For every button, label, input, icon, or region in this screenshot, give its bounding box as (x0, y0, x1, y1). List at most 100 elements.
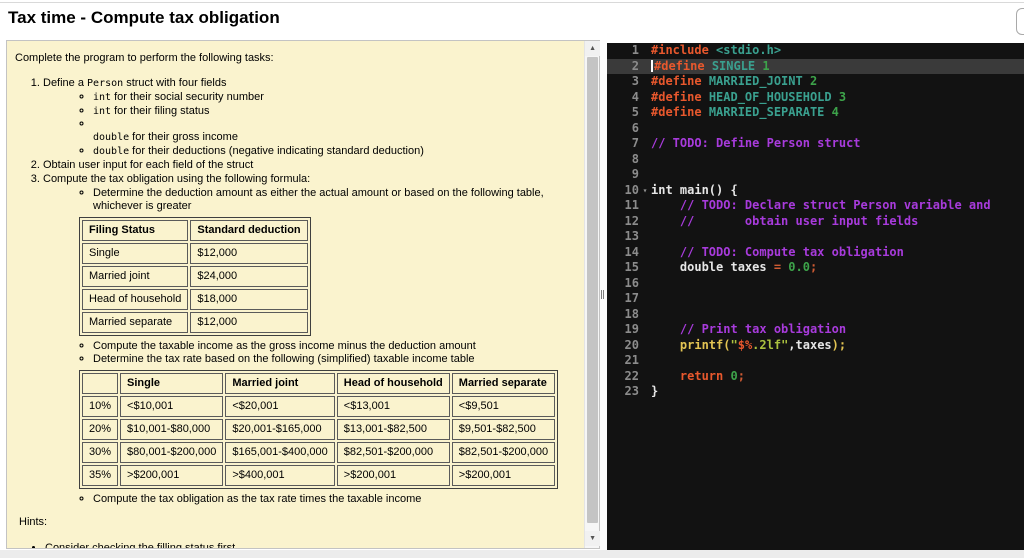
line-number[interactable]: 22 (607, 369, 639, 385)
code-token: double taxes (651, 260, 774, 274)
task3-sublist-b: Compute the taxable income as the gross … (43, 340, 576, 367)
table-cell: $24,000 (190, 265, 308, 287)
code-line[interactable]: 11 // TODO: Declare struct Person variab… (607, 198, 1024, 214)
line-number[interactable]: 23 (607, 384, 639, 400)
line-number[interactable]: 19 (607, 322, 639, 338)
code-line[interactable]: 12 // obtain user input fields (607, 214, 1024, 230)
code-line[interactable]: 10 ▾ int main() { (607, 183, 1024, 199)
panel-splitter[interactable] (600, 40, 607, 551)
code-line[interactable]: 18 (607, 307, 1024, 323)
code-line[interactable]: 4 #define HEAD_OF_HOUSEHOLD 3 (607, 90, 1024, 106)
intro-text: Complete the program to perform the foll… (15, 52, 274, 64)
line-number[interactable]: 18 (607, 307, 639, 323)
code-token: // TODO: Compute tax obligation (679, 244, 904, 259)
line-number[interactable]: 15 (607, 260, 639, 276)
scrollbar-thumb[interactable] (587, 57, 599, 523)
code-line[interactable]: 1 #include <stdio.h> (607, 43, 1024, 59)
task1-sub3: double for their gross income (93, 118, 576, 144)
task3-sublist-c: Compute the tax obligation as the tax ra… (43, 493, 576, 506)
instructions-scrollbar[interactable]: ▲ ▼ (584, 41, 601, 548)
line-number[interactable]: 11 (607, 198, 639, 214)
line-number[interactable]: 5 (607, 105, 639, 121)
instructions-panel: Complete the program to perform the foll… (6, 40, 601, 549)
task-item-3: Compute the tax obligation using the fol… (43, 173, 576, 507)
code-line[interactable]: 19 // Print tax obligation (607, 322, 1024, 338)
code-line[interactable]: 14 // TODO: Compute tax obligation (607, 245, 1024, 261)
code-editor[interactable]: 1 #include <stdio.h> 2 #define SINGLE 1 3 #de… (607, 43, 1024, 551)
table-header-cell: Filing Status (82, 219, 189, 241)
code-text: #define MARRIED_SEPARATE 4 (651, 105, 1024, 121)
line-number[interactable]: 10 (607, 183, 639, 199)
line-number[interactable]: 9 (607, 167, 639, 183)
toolbar-button-partial[interactable] (1016, 8, 1024, 35)
code-token: ,taxes (788, 337, 832, 352)
code-token: #define (654, 58, 705, 73)
code-text: #include <stdio.h> (651, 43, 1024, 59)
table-header-cell: Married joint (225, 373, 335, 394)
task1-sub3-text: for their gross income (129, 131, 238, 143)
code-line[interactable]: 13 (607, 229, 1024, 245)
code-token: // obtain user input fields (679, 213, 919, 228)
table-cell: Married separate (82, 311, 189, 333)
code-line[interactable]: 8 (607, 152, 1024, 168)
code-text: int main() { (651, 183, 1024, 199)
code-line[interactable]: 20 printf("$%.2lf",taxes); (607, 338, 1024, 354)
line-number[interactable]: 2 (607, 59, 639, 75)
table-cell: <$9,501 (451, 396, 556, 417)
code-line[interactable]: 15 double taxes = 0.0; (607, 260, 1024, 276)
scroll-down-icon[interactable]: ▼ (585, 531, 601, 546)
code-line[interactable]: 3 #define MARRIED_JOINT 2 (607, 74, 1024, 90)
code-token: $% (737, 337, 753, 352)
code-line[interactable]: 22 return 0; (607, 369, 1024, 385)
line-number[interactable]: 1 (607, 43, 639, 59)
code-line[interactable]: 6 (607, 121, 1024, 137)
line-number[interactable]: 17 (607, 291, 639, 307)
table-cell: $12,000 (190, 242, 308, 264)
task1-sub2: int for their filing status (93, 105, 576, 118)
line-number[interactable]: 6 (607, 121, 639, 137)
scroll-up-icon[interactable]: ▲ (585, 41, 601, 56)
line-number[interactable]: 14 (607, 245, 639, 261)
code-line[interactable]: 17 (607, 291, 1024, 307)
code-line[interactable]: 9 (607, 167, 1024, 183)
code-line[interactable]: 5 #define MARRIED_SEPARATE 4 (607, 105, 1024, 121)
code-text: // TODO: Declare struct Person variable … (651, 198, 1024, 214)
code-line[interactable]: 21 (607, 353, 1024, 369)
code-text: // TODO: Define Person struct (651, 136, 1024, 152)
code-line[interactable]: 2 #define SINGLE 1 (607, 58, 1024, 75)
task1-sub1-code: int (93, 92, 112, 103)
task1-sub2-code: int (93, 105, 112, 117)
line-number[interactable]: 13 (607, 229, 639, 245)
task1-sub3-code: double (93, 132, 130, 143)
line-number[interactable]: 4 (607, 90, 639, 106)
line-number[interactable]: 12 (607, 214, 639, 230)
code-line[interactable]: 16 (607, 276, 1024, 292)
code-token: printf( (679, 337, 731, 352)
line-number[interactable]: 21 (607, 353, 639, 369)
line-number[interactable]: 7 (607, 136, 639, 152)
hints-label: Hints: (19, 516, 48, 528)
fold-marker-icon[interactable]: ▾ (639, 183, 651, 199)
code-text: double taxes = 0.0; (651, 260, 1024, 276)
code-token: 2 (809, 74, 818, 88)
code-line[interactable]: 7 // TODO: Define Person struct (607, 136, 1024, 152)
line-number[interactable]: 20 (607, 338, 639, 354)
task3-sub3: Determine the tax rate based on the foll… (93, 353, 576, 366)
code-token: .2lf" (752, 337, 789, 352)
task3-sub2: Compute the taxable income as the gross … (93, 340, 576, 353)
line-number[interactable]: 8 (607, 152, 639, 168)
line-number[interactable]: 3 (607, 74, 639, 90)
code-line[interactable]: 23} (607, 384, 1024, 400)
line-number[interactable]: 16 (607, 276, 639, 292)
